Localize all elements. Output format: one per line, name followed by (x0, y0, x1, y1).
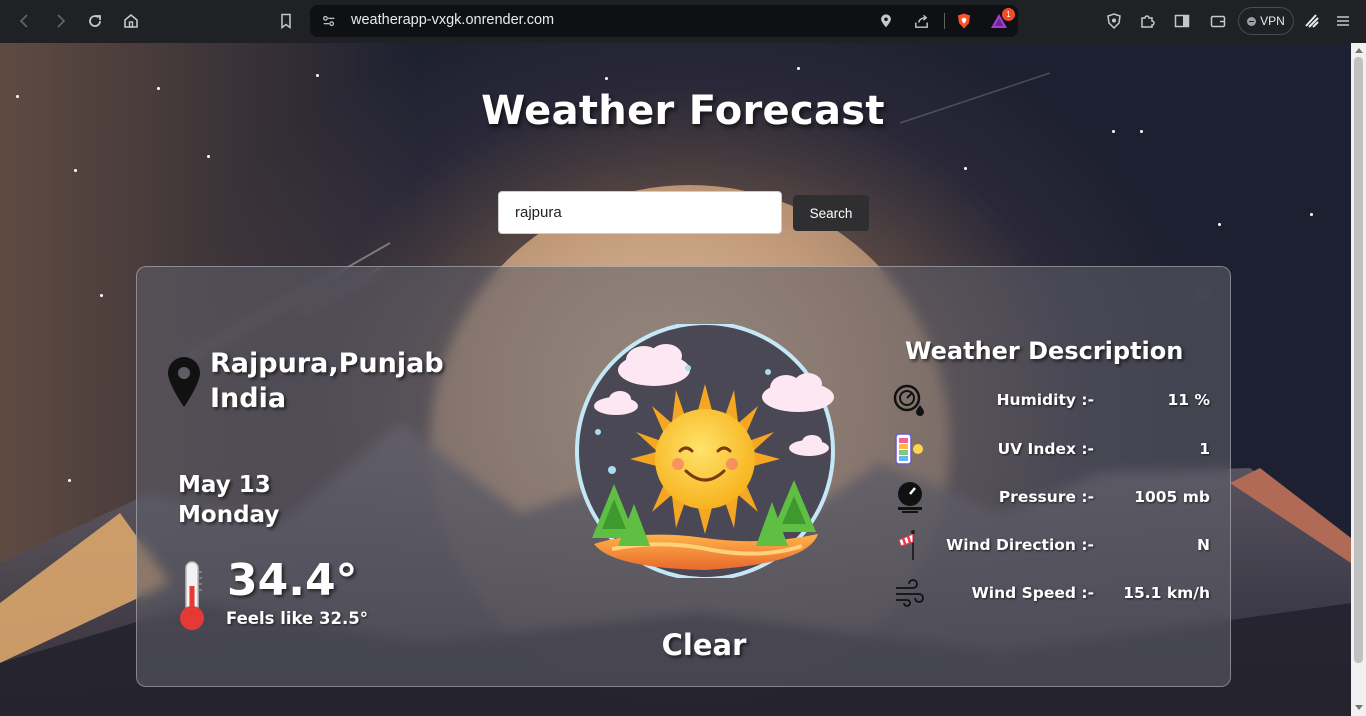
menu-icon[interactable] (1331, 9, 1355, 33)
page-title: Weather Forecast (481, 88, 885, 134)
location-pin-icon (168, 357, 200, 407)
star (74, 169, 77, 172)
uv-index-value: 1 (1199, 440, 1210, 458)
pressure-icon (898, 482, 922, 513)
page-scrollbar[interactable] (1351, 43, 1366, 716)
weather-condition: Clear (661, 628, 747, 662)
location-icon[interactable] (877, 12, 895, 30)
star (68, 479, 71, 482)
vpn-status-icon (1247, 16, 1257, 26)
star (1218, 223, 1221, 226)
url-text[interactable]: weatherapp-vxgk.onrender.com (351, 12, 554, 28)
location-city-state: Rajpura,Punjab (210, 348, 444, 379)
vpn-button[interactable]: VPN (1238, 7, 1294, 35)
wind-direction-icon (898, 530, 915, 560)
uv-index-icon (895, 433, 923, 465)
feels-like-temperature: Feels like 32.5° (226, 609, 368, 628)
weather-description-title: Weather Description (905, 337, 1184, 365)
date-weekday: Monday (178, 502, 280, 528)
wind-direction-label: Wind Direction :- (946, 536, 1094, 554)
uv-index-label: UV Index :- (997, 440, 1094, 458)
search-button[interactable]: Search (793, 195, 869, 231)
wind-direction-value: N (1197, 536, 1210, 554)
pressure-label: Pressure :- (998, 488, 1094, 506)
brave-shields-icon[interactable] (955, 12, 973, 30)
notification-badge: 1 (1002, 8, 1015, 21)
pressure-value: 1005 mb (1134, 488, 1210, 506)
star (605, 77, 608, 80)
browser-toolbar: weatherapp-vxgk.onrender.com 1 VPN (0, 0, 1366, 43)
scroll-down-arrow[interactable] (1355, 705, 1363, 710)
wallet-icon[interactable] (1206, 9, 1230, 33)
star (207, 155, 210, 158)
shield-icon[interactable] (1102, 9, 1126, 33)
humidity-icon (893, 384, 924, 416)
humidity-value: 11 % (1167, 391, 1211, 409)
wind-speed-icon (896, 579, 924, 607)
star (1310, 213, 1313, 216)
back-icon[interactable] (13, 9, 37, 33)
extensions-icon[interactable] (1135, 9, 1159, 33)
thermometer-icon (180, 561, 204, 630)
date-day-month: May 13 (178, 472, 271, 498)
city-search-input[interactable]: rajpura (498, 191, 782, 234)
wind-speed-label: Wind Speed :- (971, 584, 1094, 602)
wind-speed-value: 15.1 km/h (1123, 584, 1210, 602)
vpn-label: VPN (1260, 14, 1285, 28)
location-country: India (210, 383, 287, 414)
address-bar[interactable]: weatherapp-vxgk.onrender.com (310, 5, 1018, 37)
share-icon[interactable] (912, 12, 930, 30)
star (316, 74, 319, 77)
site-settings-icon[interactable] (320, 12, 338, 30)
humidity-label: Humidity :- (996, 391, 1094, 409)
star (964, 167, 967, 170)
star (797, 67, 800, 70)
divider (944, 13, 945, 29)
forward-icon[interactable] (48, 9, 72, 33)
star (100, 294, 103, 297)
scroll-up-arrow[interactable] (1355, 48, 1363, 53)
leo-ai-icon[interactable] (1300, 9, 1324, 33)
clear-sun-icon (575, 324, 835, 578)
home-icon[interactable] (119, 9, 143, 33)
current-temperature: 34.4° (227, 555, 358, 606)
scrollbar-thumb[interactable] (1354, 57, 1363, 663)
reload-icon[interactable] (83, 9, 107, 33)
bookmark-icon[interactable] (274, 9, 298, 33)
sidebar-icon[interactable] (1170, 9, 1194, 33)
